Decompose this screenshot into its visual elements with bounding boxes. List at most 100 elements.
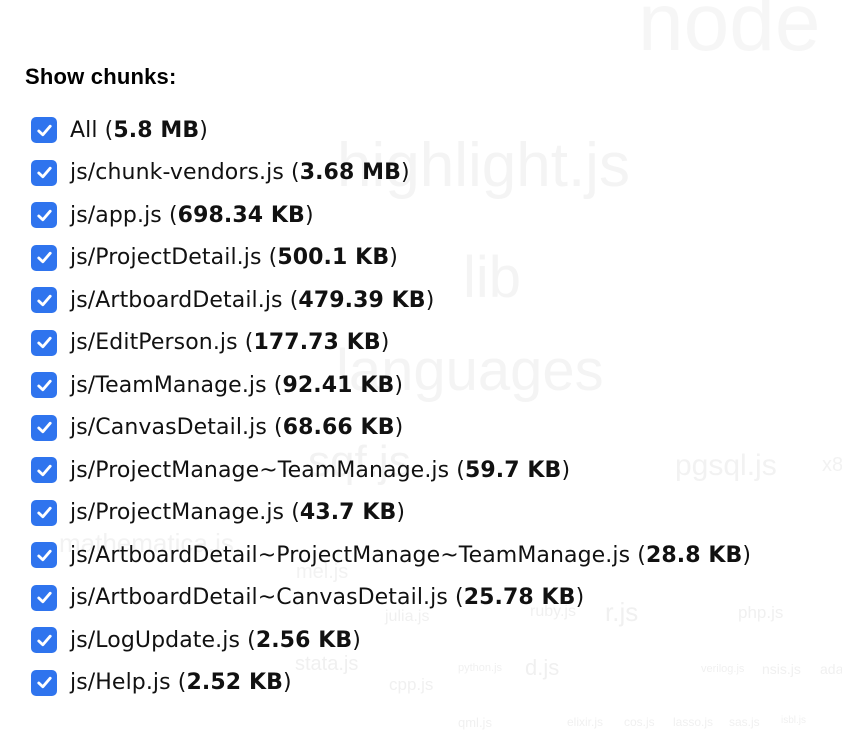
chunk-name: js/TeamManage.js: [70, 372, 267, 398]
chunk-row[interactable]: All (5.8 MB): [31, 109, 751, 152]
chunk-size-close-paren: ): [282, 670, 292, 696]
chunk-label: js/TeamManage.js (92.41 KB): [70, 373, 403, 398]
chunk-size-close-paren: ): [304, 202, 314, 228]
chunk-list: All (5.8 MB) js/chunk-vendors.js (3.68 MB…: [31, 109, 751, 704]
chunk-name: js/LogUpdate.js: [70, 627, 241, 653]
chunk-checkbox[interactable]: [31, 372, 57, 399]
chunk-label: js/CanvasDetail.js (68.66 KB): [70, 415, 403, 440]
chunk-size-close-paren: ): [396, 500, 406, 526]
chunk-label: js/ProjectManage~TeamManage.js (59.7 KB): [70, 458, 570, 483]
chunk-size: 92.41 KB: [282, 372, 395, 398]
chunks-panel: Show chunks: All (5.8 MB) js/chunk-vendor…: [0, 0, 842, 734]
checkmark-icon: [36, 379, 52, 391]
chunk-row[interactable]: js/ProjectManage.js (43.7 KB): [31, 492, 751, 535]
chunk-size: 3.68 MB: [299, 160, 401, 186]
chunk-row[interactable]: js/Help.js (2.52 KB): [31, 662, 751, 705]
chunk-size-open-paren: (: [161, 202, 178, 228]
chunk-size-open-paren: (: [170, 670, 187, 696]
checkmark-icon: [36, 167, 52, 179]
chunk-row[interactable]: js/LogUpdate.js (2.56 KB): [31, 619, 751, 662]
checkmark-icon: [36, 677, 52, 689]
chunk-size: 25.78 KB: [463, 585, 576, 611]
chunk-checkbox[interactable]: [31, 542, 57, 569]
chunk-size-close-paren: ): [352, 627, 361, 653]
chunk-size: 177.73 KB: [253, 330, 381, 356]
chunk-row[interactable]: js/chunk-vendors.js (3.68 MB): [31, 152, 751, 195]
chunk-size: 500.1 KB: [277, 245, 390, 271]
chunk-row[interactable]: js/ArtboardDetail~ProjectManage~TeamMana…: [31, 534, 751, 577]
chunk-size-open-paren: (: [282, 287, 299, 313]
chunk-name: js/ArtboardDetail~ProjectManage~TeamMana…: [70, 542, 631, 568]
chunk-checkbox[interactable]: [31, 627, 57, 654]
chunk-size-close-paren: ): [742, 542, 752, 568]
chunk-size-close-paren: ): [199, 117, 208, 143]
chunk-size: 2.52 KB: [186, 670, 283, 696]
chunk-size: 28.8 KB: [645, 542, 743, 568]
chunk-size-open-paren: (: [283, 160, 300, 186]
chunk-size-open-paren: (: [97, 117, 114, 143]
chunk-name: js/app.js: [70, 202, 162, 228]
chunk-name: js/Help.js: [70, 670, 171, 696]
chunk-size-close-paren: ): [394, 372, 404, 398]
chunk-label: js/ProjectManage.js (43.7 KB): [70, 500, 405, 525]
chunk-label: All (5.8 MB): [70, 118, 208, 143]
chunk-row[interactable]: js/CanvasDetail.js (68.66 KB): [31, 407, 751, 450]
chunk-name: js/ArtboardDetail~CanvasDetail.js: [70, 585, 448, 611]
chunk-label: js/ProjectDetail.js (500.1 KB): [70, 245, 398, 270]
chunk-label: js/LogUpdate.js (2.56 KB): [70, 628, 361, 653]
show-chunks-title: Show chunks:: [25, 64, 177, 89]
chunk-row[interactable]: js/ProjectManage~TeamManage.js (59.7 KB): [31, 449, 751, 492]
chunk-name: js/ArtboardDetail.js: [70, 287, 283, 313]
chunk-size-open-paren: (: [240, 627, 256, 653]
checkmark-icon: [36, 507, 52, 519]
chunk-size-close-paren: ): [380, 330, 390, 356]
chunk-size-open-paren: (: [237, 330, 254, 356]
chunk-label: js/chunk-vendors.js (3.68 MB): [70, 160, 410, 185]
chunk-row[interactable]: js/EditPerson.js (177.73 KB): [31, 322, 751, 365]
chunk-size-close-paren: ): [561, 457, 571, 483]
checkmark-icon: [36, 592, 52, 604]
chunk-size-close-paren: ): [394, 415, 404, 441]
chunk-row[interactable]: js/ArtboardDetail~CanvasDetail.js (25.78…: [31, 577, 751, 620]
chunk-label: js/app.js (698.34 KB): [70, 203, 314, 228]
chunk-size-close-paren: ): [575, 585, 585, 611]
chunk-size: 59.7 KB: [464, 457, 562, 483]
chunk-size-open-paren: (: [630, 542, 646, 568]
chunk-size: 5.8 MB: [113, 117, 200, 143]
chunk-checkbox[interactable]: [31, 329, 57, 356]
checkmark-icon: [36, 252, 52, 264]
checkmark-icon: [36, 464, 52, 476]
chunk-size-open-paren: (: [261, 245, 278, 271]
chunk-checkbox[interactable]: [31, 669, 57, 696]
chunk-name: js/ProjectManage.js: [70, 500, 285, 526]
checkmark-icon: [36, 549, 52, 561]
checkmark-icon: [36, 124, 52, 136]
chunk-row[interactable]: js/app.js (698.34 KB): [31, 194, 751, 237]
checkmark-icon: [36, 422, 52, 434]
chunk-size-close-paren: ): [389, 245, 398, 271]
chunk-name: js/chunk-vendors.js: [70, 160, 284, 186]
chunk-checkbox[interactable]: [31, 117, 57, 144]
chunk-size-open-paren: (: [266, 415, 283, 441]
chunk-checkbox[interactable]: [31, 287, 57, 314]
chunk-checkbox[interactable]: [31, 244, 57, 271]
chunk-checkbox[interactable]: [31, 202, 57, 229]
chunk-checkbox[interactable]: [31, 584, 57, 611]
chunk-size: 68.66 KB: [282, 415, 395, 441]
chunk-row[interactable]: js/ArtboardDetail.js (479.39 KB): [31, 279, 751, 322]
chunk-checkbox[interactable]: [31, 414, 57, 441]
chunk-label: js/EditPerson.js (177.73 KB): [70, 330, 389, 355]
chunk-name: js/ProjectManage~TeamManage.js: [70, 457, 450, 483]
chunk-row[interactable]: js/ProjectDetail.js (500.1 KB): [31, 237, 751, 280]
chunk-size-open-paren: (: [447, 585, 464, 611]
chunk-label: js/ArtboardDetail~CanvasDetail.js (25.78…: [70, 585, 584, 610]
chunk-size-close-paren: ): [401, 160, 410, 186]
chunk-size: 479.39 KB: [298, 287, 426, 313]
chunk-size: 43.7 KB: [299, 500, 397, 526]
chunk-name: js/EditPerson.js: [70, 330, 238, 356]
chunk-checkbox[interactable]: [31, 457, 57, 484]
chunk-checkbox[interactable]: [31, 159, 57, 186]
chunk-checkbox[interactable]: [31, 499, 57, 526]
chunk-row[interactable]: js/TeamManage.js (92.41 KB): [31, 364, 751, 407]
chunk-size: 2.56 KB: [255, 627, 353, 653]
